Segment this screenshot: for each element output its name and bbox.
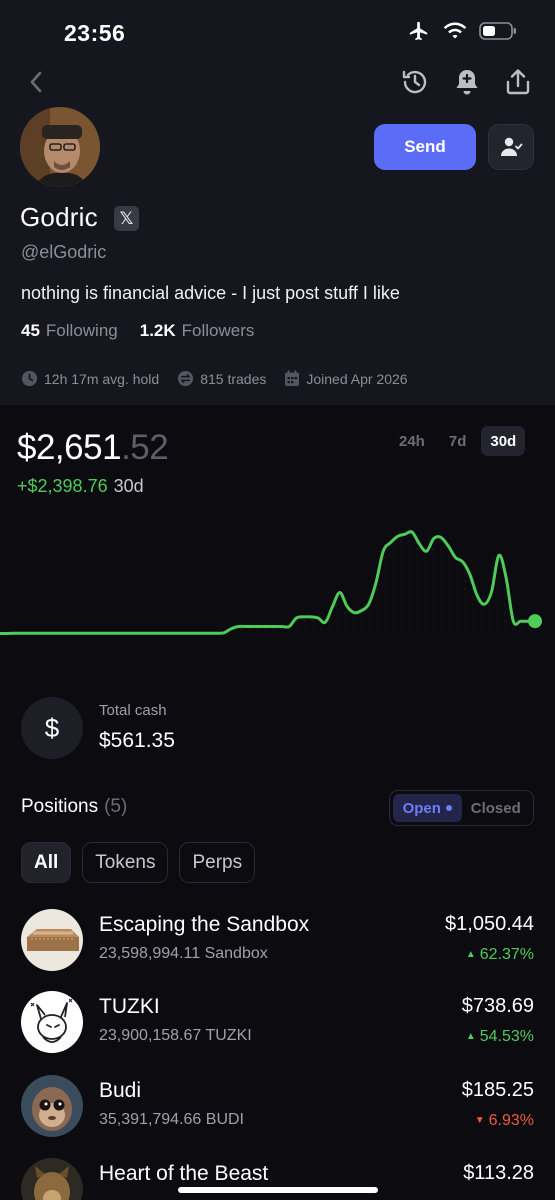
position-filters: All Tokens Perps: [21, 842, 256, 883]
join-date: Joined Apr 2026: [284, 370, 408, 387]
up-arrow-icon: ▲: [465, 1031, 476, 1042]
position-row[interactable]: Heart of the Beast $113.28: [21, 1158, 534, 1200]
cash-label: Total cash: [99, 702, 167, 719]
position-qty: 23,598,994.11 Sandbox: [99, 945, 268, 962]
profile-avatar[interactable]: [20, 107, 100, 187]
range-tab-7d[interactable]: 7d: [440, 426, 476, 456]
position-qty: 23,900,158.67 TUZKI: [99, 1027, 252, 1044]
user-check-icon: [501, 137, 523, 156]
clock-icon: [21, 370, 38, 387]
chevron-left-icon: [30, 71, 42, 93]
status-time: 23:56: [64, 20, 126, 46]
position-value: $738.69: [461, 995, 534, 1017]
position-change: ▲ 54.53%: [466, 1028, 534, 1046]
positions-label: Positions: [21, 796, 99, 817]
home-indicator[interactable]: [178, 1187, 378, 1193]
position-value: $113.28: [463, 1162, 534, 1184]
positions-title: Positions (5): [21, 796, 127, 818]
profile-bio: nothing is financial advice - I just pos…: [21, 283, 400, 303]
cash-value: $561.35: [99, 729, 175, 752]
back-button[interactable]: [22, 66, 50, 98]
toggle-closed[interactable]: Closed: [462, 794, 531, 822]
trade-count: 815 trades: [177, 370, 266, 387]
portfolio-balance: $2,651.52: [17, 428, 169, 468]
history-button[interactable]: [398, 64, 432, 100]
toggle-open[interactable]: Open: [393, 794, 462, 822]
toggle-open-label: Open: [402, 799, 441, 817]
bell-plus-icon: [456, 70, 478, 95]
join-date-text: Joined Apr 2026: [306, 370, 408, 387]
share-icon: [506, 69, 530, 95]
notification-button[interactable]: [450, 64, 484, 100]
position-name: Heart of the Beast: [99, 1162, 269, 1185]
portfolio-chart[interactable]: [0, 500, 555, 660]
position-row[interactable]: Escaping the Sandbox 23,598,994.11 Sandb…: [21, 909, 534, 971]
up-arrow-icon: ▲: [465, 949, 476, 960]
trades-icon: [178, 370, 194, 387]
profile-avatar-image: [20, 107, 100, 187]
following-label: Following: [45, 321, 118, 340]
pnl-summary: +$2,398.76 30d: [17, 476, 144, 497]
position-qty: 35,391,794.66 BUDI: [99, 1111, 244, 1128]
position-change-value: 6.93%: [488, 1112, 534, 1129]
active-dot-icon: [445, 805, 452, 811]
followers-label: Followers: [181, 321, 255, 340]
position-name: Budi: [99, 1079, 142, 1102]
position-name: Escaping the Sandbox: [99, 913, 310, 936]
send-button[interactable]: Send: [374, 124, 476, 170]
calendar-icon: [285, 370, 300, 386]
position-change-value: 62.37%: [479, 946, 534, 963]
open-closed-toggle: Open Closed: [389, 790, 534, 826]
followers-link[interactable]: 1.2K Followers: [140, 321, 255, 341]
budi-token-avatar: [21, 1075, 83, 1137]
profile-meta: 12h 17m avg. hold 815 trades Joined Apr …: [21, 370, 426, 387]
follow-button[interactable]: [488, 124, 534, 170]
filter-all[interactable]: All: [21, 842, 72, 883]
filter-tokens[interactable]: Tokens: [82, 842, 169, 883]
position-change-value: 54.53%: [479, 1028, 534, 1045]
follow-stats: 45 Following 1.2K Followers: [21, 321, 254, 341]
profile-handle: @elGodric: [21, 242, 107, 262]
chart-area: [0, 531, 535, 636]
following-link[interactable]: 45 Following: [21, 321, 118, 341]
status-icons: [407, 20, 517, 42]
balance-cents: .52: [121, 428, 169, 467]
cash-icon: $: [21, 697, 83, 759]
x-badge-icon[interactable]: 𝕏: [114, 206, 139, 231]
avg-hold-text: 12h 17m avg. hold: [44, 370, 160, 387]
following-count: 45: [21, 321, 40, 340]
share-button[interactable]: [500, 64, 536, 100]
down-arrow-icon: ▼: [474, 1115, 485, 1126]
wifi-icon: [443, 22, 467, 39]
positions-count: (5): [104, 796, 128, 817]
avg-hold: 12h 17m avg. hold: [21, 370, 159, 387]
beast-token-avatar: [21, 1158, 83, 1200]
pnl-value: +$2,398.76: [17, 476, 108, 496]
position-value: $1,050.44: [445, 913, 534, 935]
filter-perps[interactable]: Perps: [179, 842, 256, 883]
range-tab-24h[interactable]: 24h: [390, 426, 434, 456]
position-change: ▼ 6.93%: [475, 1112, 534, 1130]
followers-count: 1.2K: [139, 321, 176, 340]
history-icon: [402, 70, 427, 94]
display-name: Godric: [20, 202, 98, 232]
range-tab-30d[interactable]: 30d: [481, 426, 526, 456]
chart-endpoint: [528, 614, 542, 629]
battery-icon: [479, 22, 516, 40]
tuzki-token-avatar: [21, 991, 83, 1053]
pnl-period: 30d: [113, 476, 144, 496]
sandbox-token-avatar: [21, 909, 83, 971]
trade-count-text: 815 trades: [200, 370, 267, 387]
position-name: TUZKI: [99, 995, 160, 1018]
position-row[interactable]: TUZKI 23,900,158.67 TUZKI $738.69 ▲ 54.53…: [21, 991, 534, 1053]
range-tabs: 24h 7d 30d: [390, 426, 526, 456]
position-row[interactable]: Budi 35,391,794.66 BUDI $185.25 ▼ 6.93%: [21, 1075, 534, 1137]
position-change: ▲ 62.37%: [466, 946, 534, 964]
balance-dollars: $2,651: [17, 428, 122, 467]
position-value: $185.25: [461, 1079, 534, 1101]
airplane-icon: [409, 21, 428, 41]
